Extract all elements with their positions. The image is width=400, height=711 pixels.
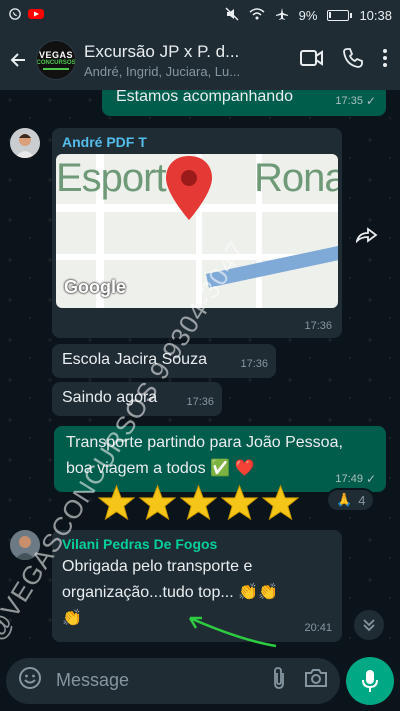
- avatar-line1: VEGAS: [38, 50, 73, 60]
- message-sender: André PDF T: [62, 134, 147, 150]
- message-time: 17:49: [335, 473, 363, 485]
- attach-button[interactable]: [272, 666, 286, 695]
- message-text: Estamos acompanhando: [116, 90, 293, 105]
- camera-button[interactable]: [304, 668, 328, 693]
- battery-percent: 9%: [298, 7, 318, 23]
- voice-call-button[interactable]: [342, 47, 364, 74]
- battery-level: [329, 11, 332, 18]
- location-map[interactable]: Esport Ronal Google: [56, 154, 338, 308]
- paperclip-icon: [274, 667, 284, 689]
- camera-icon: [305, 669, 327, 687]
- message-text: Escola Jacira Souza: [62, 351, 207, 368]
- message-sender: Vilani Pedras De Fogos: [62, 536, 218, 552]
- forward-button[interactable]: [352, 220, 382, 250]
- reaction-badge[interactable]: 🙏 4: [326, 488, 376, 512]
- message-text-line1: Obrigada pelo transporte e: [62, 558, 253, 575]
- youtube-icon: [28, 8, 44, 23]
- airplane-icon: [275, 7, 289, 24]
- star-icon: [221, 484, 258, 521]
- reaction-count: 4: [358, 492, 366, 508]
- message-emojis: ✅ ❤️: [210, 460, 255, 477]
- back-button[interactable]: [0, 30, 36, 90]
- scroll-down-button[interactable]: [354, 610, 384, 640]
- map-place-label: Ronal: [254, 156, 338, 200]
- chat-title: Excursão JP x P. d...: [84, 41, 240, 61]
- compose-bar: Message: [0, 650, 400, 711]
- mute-icon: [225, 7, 239, 24]
- voice-record-button[interactable]: [346, 656, 394, 705]
- arrow-annotation-icon: [188, 616, 277, 648]
- chat-title-area[interactable]: Excursão JP x P. d... André, Ingrid, Juc…: [84, 42, 292, 79]
- emoji-button[interactable]: [18, 666, 42, 695]
- message-input[interactable]: Message: [6, 657, 340, 704]
- message-incoming[interactable]: Saindo agora 17:36: [52, 382, 222, 416]
- message-outgoing[interactable]: Transporte partindo para João Pessoa, bo…: [54, 426, 386, 492]
- arrow-left-icon: [10, 53, 25, 67]
- menu-button[interactable]: [382, 48, 388, 73]
- forward-icon: [356, 227, 378, 243]
- message-emoji-line3: 👏: [62, 610, 82, 627]
- message-emojis: 👏👏: [238, 584, 278, 601]
- message-text: Saindo agora: [62, 389, 158, 406]
- message-text-line2: organização...tudo top...: [62, 584, 234, 601]
- wifi-icon: [249, 7, 265, 23]
- video-icon: [300, 49, 323, 66]
- reaction-emoji: 🙏: [336, 492, 353, 507]
- battery-icon: [327, 9, 353, 21]
- message-placeholder: Message: [56, 670, 130, 690]
- message-time: 17:36: [304, 320, 332, 332]
- google-logo: Google: [64, 277, 126, 297]
- person-photo-icon: [10, 128, 40, 158]
- avatar[interactable]: [10, 530, 40, 560]
- star-icon: [98, 484, 135, 521]
- read-tick-icon: ✓: [365, 94, 376, 108]
- clock: 10:38: [359, 7, 392, 23]
- message-time: 17:36: [240, 358, 268, 370]
- message-incoming[interactable]: Escola Jacira Souza 17:36: [52, 344, 276, 378]
- message-time: 17:35: [335, 95, 363, 107]
- microphone-icon: [362, 669, 378, 692]
- stars-overlay: [98, 484, 299, 521]
- star-icon: [180, 484, 217, 521]
- map-pin-icon: [166, 156, 212, 220]
- message-outgoing[interactable]: Estamos acompanhando 17:35 ✓: [102, 90, 386, 116]
- video-call-button[interactable]: [300, 49, 324, 72]
- message-incoming-location[interactable]: André PDF T Esport Ronal Google 17:36: [52, 128, 342, 338]
- chat-area[interactable]: Estamos acompanhando 17:35 ✓ André PDF T…: [0, 90, 400, 650]
- message-time: 17:36: [186, 396, 214, 408]
- message-text-line2: boa viagem a todos: [66, 460, 206, 477]
- whatsapp-icon: [8, 7, 22, 23]
- map-place-label: Esport: [56, 156, 167, 200]
- person-photo-icon: [10, 530, 40, 560]
- message-text-line1: Transporte partindo para João Pessoa,: [66, 434, 343, 451]
- status-bar: 9% 10:38: [0, 0, 400, 30]
- avatar-line2: CONCURSOS: [36, 60, 76, 66]
- phone-icon: [343, 47, 363, 68]
- chat-participants: André, Ingrid, Juciara, Lu...: [84, 63, 241, 79]
- more-vert-icon: [383, 48, 387, 67]
- star-icon: [139, 484, 176, 521]
- star-icon: [262, 484, 299, 521]
- smiley-icon: [19, 667, 41, 689]
- avatar-bar: [43, 68, 69, 70]
- message-time: 20:41: [304, 622, 332, 634]
- chat-header: VEGAS CONCURSOS Excursão JP x P. d... An…: [0, 30, 400, 90]
- group-avatar[interactable]: VEGAS CONCURSOS: [36, 40, 76, 80]
- avatar[interactable]: [10, 128, 40, 158]
- read-tick-icon: ✓: [365, 472, 376, 486]
- double-chevron-down-icon: [363, 619, 375, 632]
